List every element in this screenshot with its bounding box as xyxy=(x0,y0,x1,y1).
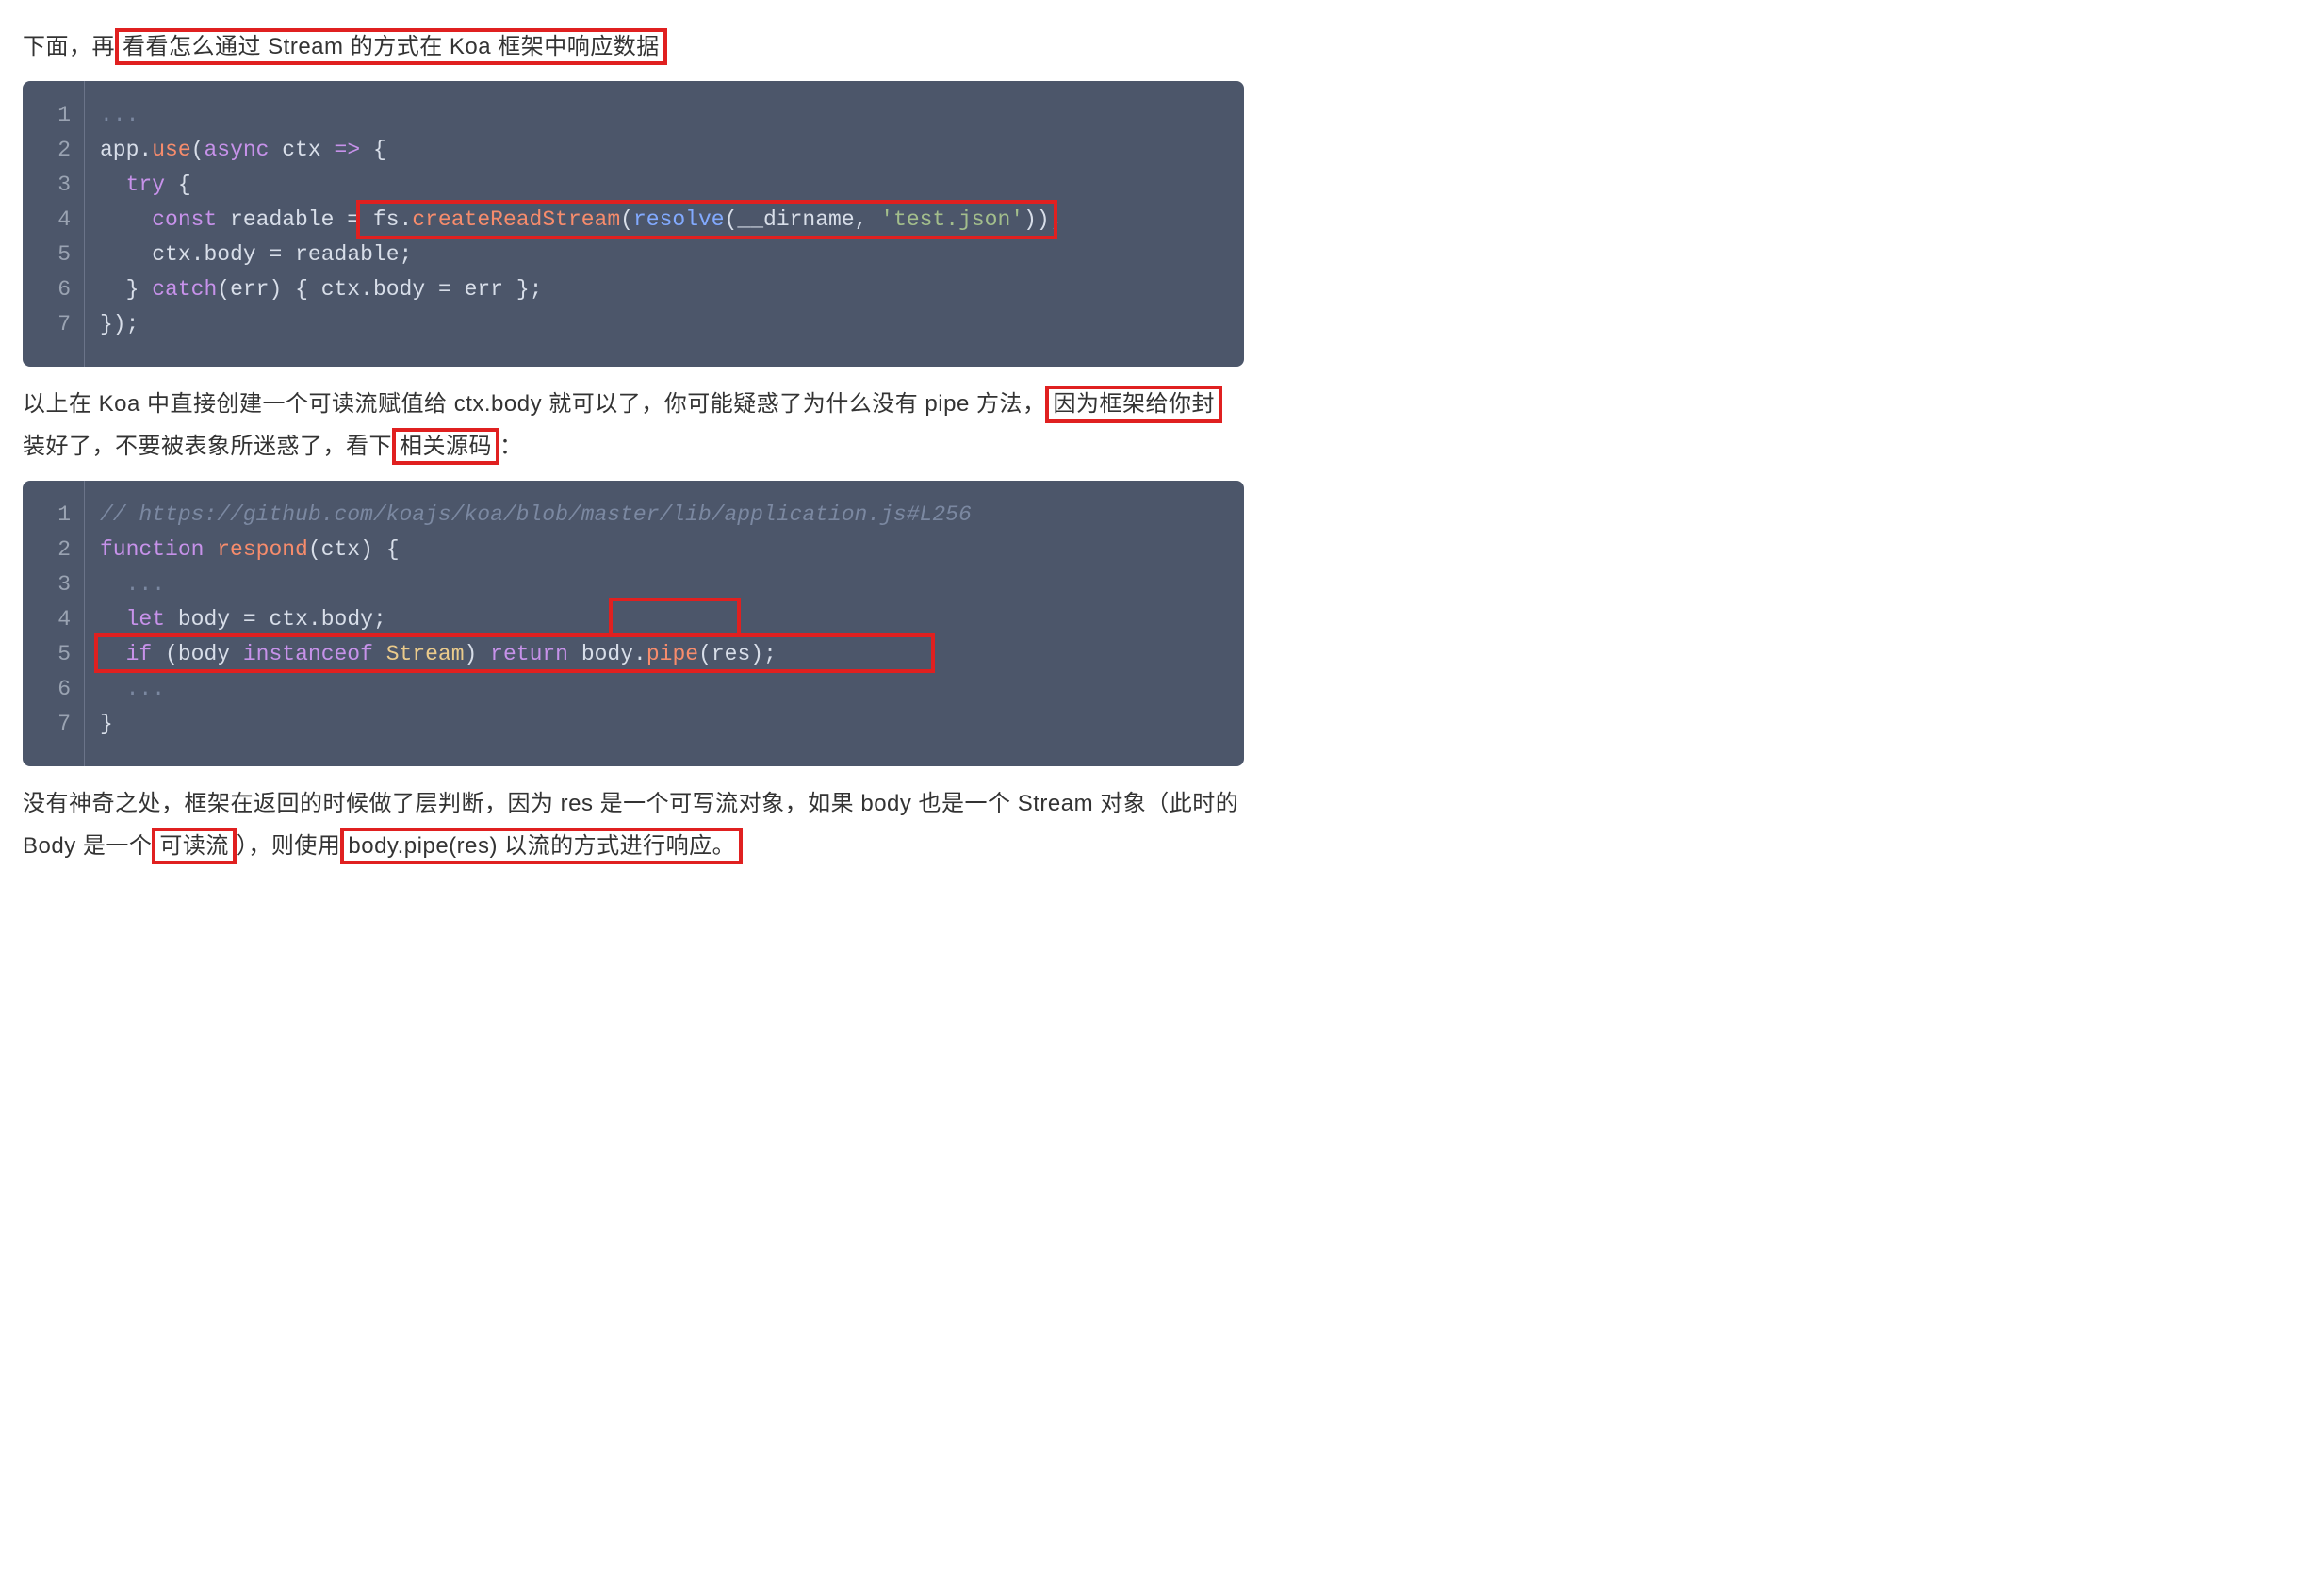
line-number: 6 xyxy=(23,272,84,307)
line-number: 4 xyxy=(23,203,84,238)
line-number: 5 xyxy=(23,637,84,672)
code-line: ctx.body = readable; xyxy=(100,238,1244,272)
line-number: 1 xyxy=(23,98,84,133)
line-number: 4 xyxy=(23,602,84,637)
code-line: ... xyxy=(100,672,1244,707)
p2-hl1: 因为框架给你封 xyxy=(1045,386,1222,422)
code-line: // https://github.com/koajs/koa/blob/mas… xyxy=(100,498,1244,533)
line-number: 1 xyxy=(23,498,84,533)
code2-gutter: 1 2 3 4 5 6 7 xyxy=(23,481,85,766)
p3-hl2: body.pipe(res) 以流的方式进行响应。 xyxy=(340,828,743,864)
code-line: app.use(async ctx => { xyxy=(100,133,1244,168)
code-line: ... xyxy=(100,98,1244,133)
line-number: 3 xyxy=(23,168,84,203)
line-number: 2 xyxy=(23,533,84,567)
code1-gutter: 1 2 3 4 5 6 7 xyxy=(23,81,85,367)
p1-pre: 下面，再 xyxy=(23,34,115,59)
intro-paragraph: 下面，再看看怎么通过 Stream 的方式在 Koa 框架中响应数据 xyxy=(23,26,1244,68)
code-line: }); xyxy=(100,307,1244,342)
code-line: let body = ctx.body; xyxy=(100,602,1244,637)
p2-seg1: 以上在 Koa 中直接创建一个可读流赋值给 ctx.body 就可以了，你可能疑… xyxy=(23,391,1045,417)
code-block-1: 1 2 3 4 5 6 7 ... app.use(async ctx => {… xyxy=(23,81,1244,367)
p3-seg2: ），则使用 xyxy=(237,833,341,859)
line-number: 3 xyxy=(23,567,84,602)
p2-hl2: 相关源码 xyxy=(392,428,499,465)
code-line: } xyxy=(100,707,1244,742)
p1-highlight: 看看怎么通过 Stream 的方式在 Koa 框架中响应数据 xyxy=(115,28,667,65)
p2-seg2: 装好了，不要被表象所迷惑了，看下 xyxy=(23,434,392,459)
code-line: const readable = fs.createReadStream(res… xyxy=(100,203,1244,238)
code2-body: // https://github.com/koajs/koa/blob/mas… xyxy=(85,481,1244,766)
code-line: ... xyxy=(100,567,1244,602)
p3-hl1: 可读流 xyxy=(152,828,237,864)
line-number: 7 xyxy=(23,707,84,742)
line-number: 5 xyxy=(23,238,84,272)
code-line: try { xyxy=(100,168,1244,203)
code-line: } catch(err) { ctx.body = err }; xyxy=(100,272,1244,307)
outro-paragraph: 没有神奇之处，框架在返回的时候做了层判断，因为 res 是一个可写流对象，如果 … xyxy=(23,783,1244,867)
code-line: function respond(ctx) { xyxy=(100,533,1244,567)
code-line: if (body instanceof Stream) return body.… xyxy=(100,637,1244,672)
p2-seg3: ： xyxy=(499,434,523,459)
middle-paragraph: 以上在 Koa 中直接创建一个可读流赋值给 ctx.body 就可以了，你可能疑… xyxy=(23,384,1244,468)
line-number: 2 xyxy=(23,133,84,168)
code1-body: ... app.use(async ctx => { try { const r… xyxy=(85,81,1244,367)
code-block-2: 1 2 3 4 5 6 7 // https://github.com/koaj… xyxy=(23,481,1244,766)
line-number: 6 xyxy=(23,672,84,707)
line-number: 7 xyxy=(23,307,84,342)
